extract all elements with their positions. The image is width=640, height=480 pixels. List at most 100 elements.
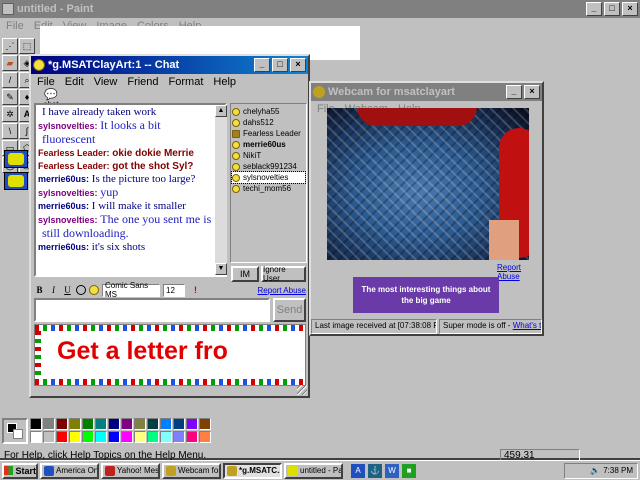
message-input[interactable] — [34, 298, 270, 322]
paint-menu-file[interactable]: File — [6, 20, 24, 32]
font-size-select[interactable]: 12 — [163, 283, 185, 297]
palette-color-swatch[interactable] — [56, 418, 68, 430]
palette-color-swatch[interactable] — [199, 418, 211, 430]
free-select-icon[interactable]: ⋰ — [2, 38, 18, 54]
font-select[interactable]: Comic Sans MS — [102, 281, 160, 299]
user-list-item[interactable]: dahs512 — [232, 117, 305, 128]
chat-message-user[interactable]: merrie60us: — [38, 242, 89, 252]
close-button[interactable]: × — [524, 85, 540, 99]
eraser-icon[interactable]: ▰ — [2, 55, 18, 71]
palette-color-swatch[interactable] — [30, 418, 42, 430]
user-list-item[interactable]: techi_mom56 — [232, 183, 305, 194]
line-icon[interactable]: \ — [2, 123, 18, 139]
quick-launch-icon[interactable]: W — [385, 463, 399, 478]
alert-icon[interactable]: ! — [194, 285, 197, 295]
palette-color-swatch[interactable] — [56, 431, 68, 443]
scroll-up-icon[interactable]: ▲ — [215, 105, 227, 117]
palette-color-swatch[interactable] — [121, 418, 133, 430]
chat-menu-help[interactable]: Help — [213, 76, 236, 88]
palette-color-swatch[interactable] — [95, 418, 107, 430]
quick-launch-icon[interactable]: ■ — [402, 463, 416, 478]
user-list-item[interactable]: sylsnovelties — [231, 171, 306, 184]
chat-log[interactable]: I have already taken work sylsnovelties: … — [34, 103, 227, 277]
user-list-item[interactable]: seblack991234 — [232, 161, 305, 172]
chat-titlebar[interactable]: *g.MSATClayArt:1 -- Chat _ □ × — [31, 56, 308, 74]
palette-color-swatch[interactable] — [199, 431, 211, 443]
palette-color-swatch[interactable] — [43, 431, 55, 443]
report-abuse-link[interactable]: Report Abuse — [258, 286, 306, 295]
paint-titlebar[interactable]: untitled - Paint _ □ × — [0, 0, 640, 18]
taskbar-task-button[interactable]: Webcam for... — [162, 462, 221, 479]
underline-button[interactable]: U — [62, 285, 73, 295]
chat-menu-file[interactable]: File — [37, 76, 55, 88]
webcam-titlebar[interactable]: Webcam for msatclayart _ × — [311, 83, 542, 101]
palette-color-swatch[interactable] — [82, 431, 94, 443]
im-button[interactable]: IM — [231, 266, 259, 282]
chat-message-user[interactable]: merrie60us: — [38, 174, 89, 184]
palette-color-swatch[interactable] — [160, 418, 172, 430]
palette-color-swatch[interactable] — [30, 431, 42, 443]
chat-message-user[interactable]: sylsnovelties: — [38, 121, 98, 131]
chat-menu-format[interactable]: Format — [169, 76, 204, 88]
palette-color-swatch[interactable] — [69, 418, 81, 430]
whats-this-link[interactable]: What's this? — [513, 321, 541, 330]
italic-button[interactable]: I — [48, 285, 59, 295]
user-list-item[interactable]: chelyha55 — [232, 106, 305, 117]
ad-banner[interactable]: Get a letter fro — [34, 324, 306, 386]
palette-color-swatch[interactable] — [173, 431, 185, 443]
color-picker-icon[interactable]: / — [2, 72, 18, 88]
palette-color-swatch[interactable] — [43, 418, 55, 430]
pencil-icon[interactable]: ✎ — [2, 89, 18, 105]
chat-menu-friend[interactable]: Friend — [127, 76, 158, 88]
minimize-button[interactable]: _ — [586, 2, 602, 16]
quick-launch-icon[interactable]: A — [351, 463, 365, 478]
chat-menu-view[interactable]: View — [94, 76, 118, 88]
webcam-window[interactable]: Webcam for msatclayart _ × FileWebcamHel… — [309, 81, 544, 336]
start-button[interactable]: Start — [2, 462, 38, 479]
current-colors[interactable] — [2, 418, 28, 444]
palette-color-swatch[interactable] — [82, 418, 94, 430]
palette-color-swatch[interactable] — [108, 418, 120, 430]
bold-button[interactable]: B — [34, 285, 45, 295]
chat-message-user[interactable]: sylsnovelties: — [38, 215, 98, 225]
palette-color-swatch[interactable] — [160, 431, 172, 443]
palette-color-swatch[interactable] — [147, 418, 159, 430]
maximize-button[interactable]: □ — [272, 58, 288, 72]
taskbar-task-button[interactable]: America Onli... — [40, 462, 99, 479]
taskbar-task-button[interactable]: untitled - Paint — [284, 462, 343, 479]
palette-color-swatch[interactable] — [121, 431, 133, 443]
quick-launch-icon[interactable]: ⚓ — [368, 463, 382, 478]
airbrush-icon[interactable]: ✲ — [2, 106, 18, 122]
chat-message-user[interactable]: merrie60us: — [38, 201, 89, 211]
send-button[interactable]: Send — [273, 298, 306, 322]
volume-icon[interactable]: 🔈 — [590, 466, 600, 475]
palette-color-swatch[interactable] — [95, 431, 107, 443]
chat-message-user[interactable]: sylsnovelties: — [38, 188, 98, 198]
taskbar-task-button[interactable]: *g.MSATC... — [223, 462, 282, 479]
user-list-item[interactable]: merrie60us — [232, 139, 305, 150]
user-list-item[interactable]: Fearless Leader — [232, 128, 305, 139]
minimize-button[interactable]: _ — [254, 58, 270, 72]
palette-color-swatch[interactable] — [134, 431, 146, 443]
palette-color-swatch[interactable] — [147, 431, 159, 443]
palette-color-swatch[interactable] — [134, 418, 146, 430]
chat-message-user[interactable]: Fearless Leader: — [38, 148, 110, 158]
palette-color-swatch[interactable] — [69, 431, 81, 443]
close-button[interactable]: × — [290, 58, 306, 72]
webcam-ad[interactable]: The most interesting things about the bi… — [353, 277, 499, 313]
maximize-button[interactable]: □ — [604, 2, 620, 16]
user-list[interactable]: chelyha55 dahs512 Fearless Leader merrie60u… — [230, 103, 307, 263]
chat-menu-edit[interactable]: Edit — [65, 76, 84, 88]
smiley-icon[interactable] — [89, 285, 99, 295]
resize-grip-icon[interactable] — [297, 385, 307, 395]
user-list-item[interactable]: NikiT — [232, 150, 305, 161]
palette-color-swatch[interactable] — [186, 431, 198, 443]
palette-color-swatch[interactable] — [108, 431, 120, 443]
text-color-icon[interactable] — [76, 285, 86, 295]
palette-color-swatch[interactable] — [186, 418, 198, 430]
palette-color-swatch[interactable] — [173, 418, 185, 430]
ignore-user-button[interactable]: Ignore User — [261, 265, 306, 283]
scroll-down-icon[interactable]: ▼ — [215, 263, 227, 275]
chat-window[interactable]: *g.MSATClayArt:1 -- Chat _ □ × File Edit V… — [29, 54, 310, 398]
close-button[interactable]: × — [622, 2, 638, 16]
